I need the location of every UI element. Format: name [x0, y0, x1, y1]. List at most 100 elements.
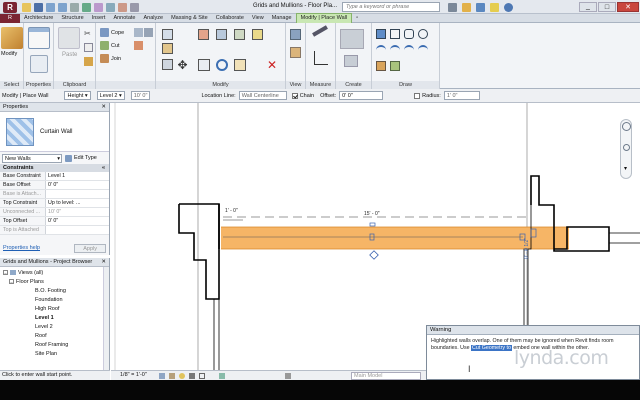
- save-icon[interactable]: [34, 3, 43, 12]
- collapse-icon[interactable]: –: [9, 279, 14, 285]
- visual-style-icon[interactable]: [169, 373, 175, 379]
- location-line-select[interactable]: Wall Centerline: [238, 91, 287, 100]
- curtain-wall-highlight[interactable]: [221, 227, 569, 249]
- minimize-button[interactable]: _: [579, 2, 597, 12]
- tree-node[interactable]: – Views (all): [0, 269, 109, 278]
- delete-icon[interactable]: ✕: [266, 59, 278, 71]
- browser-scrollbar[interactable]: [103, 267, 109, 370]
- line-tool-icon[interactable]: [376, 29, 386, 39]
- undo-icon[interactable]: [46, 3, 55, 12]
- copy-icon[interactable]: [84, 43, 93, 52]
- create-group-icon[interactable]: [344, 55, 358, 67]
- tree-node[interactable]: B.O. Footing: [0, 287, 109, 296]
- circle-tool-icon[interactable]: [418, 29, 428, 39]
- print-icon[interactable]: [70, 3, 79, 12]
- collapse-icon[interactable]: –: [3, 270, 8, 276]
- move-icon[interactable]: ✥: [176, 59, 189, 72]
- height-depth-select[interactable]: Height ▾: [64, 91, 91, 100]
- favorites-icon[interactable]: [490, 3, 499, 12]
- binoculars-icon[interactable]: [448, 3, 457, 12]
- tree-node[interactable]: High Roof: [0, 305, 109, 314]
- type-properties-icon[interactable]: [30, 55, 48, 73]
- tree-node[interactable]: Roof: [0, 332, 109, 341]
- close-button[interactable]: ✕: [617, 2, 639, 12]
- tab-structure[interactable]: Structure: [57, 14, 87, 23]
- instance-selector[interactable]: New Walls: [2, 153, 62, 163]
- mirror-icon[interactable]: [162, 59, 173, 70]
- tab-insert[interactable]: Insert: [88, 14, 110, 23]
- property-row[interactable]: Top Offset 0' 0": [0, 217, 109, 226]
- array-icon[interactable]: [216, 29, 227, 40]
- constraints-section[interactable]: Constraints «: [0, 164, 109, 172]
- offset-input[interactable]: 0' 0": [339, 91, 384, 100]
- tree-node[interactable]: Roof Framing: [0, 341, 109, 350]
- paint-icon[interactable]: [134, 41, 143, 50]
- properties-help-link[interactable]: Properties help: [3, 245, 40, 251]
- application-menu-button[interactable]: R: [0, 13, 20, 23]
- property-value[interactable]: 0' 0": [46, 217, 109, 225]
- help-icon[interactable]: [504, 3, 513, 12]
- ribbon-minimize-icon[interactable]: ▫: [352, 14, 362, 23]
- apply-button[interactable]: Apply: [74, 243, 106, 253]
- tab-manage[interactable]: Manage: [268, 14, 296, 23]
- tree-node[interactable]: Level 2: [0, 323, 109, 332]
- edit-type-button[interactable]: Edit Type: [65, 154, 97, 162]
- copy-element-icon[interactable]: [198, 59, 210, 71]
- measure-icon[interactable]: [82, 3, 91, 12]
- override-graphics-icon[interactable]: [290, 47, 301, 58]
- measure-tool-icon[interactable]: [312, 25, 328, 37]
- trim-extend-icon[interactable]: [234, 59, 246, 71]
- tab-modify-place-wall[interactable]: Modify | Place Wall: [295, 13, 353, 23]
- section-icon[interactable]: [118, 3, 127, 12]
- radius-input[interactable]: 1' 0": [443, 91, 480, 100]
- 3d-view-icon[interactable]: [106, 3, 115, 12]
- tab-analyze[interactable]: Analyze: [139, 14, 167, 23]
- design-options-select[interactable]: Main Model: [351, 372, 421, 380]
- detail-level-icon[interactable]: [159, 373, 165, 379]
- tab-collaborate[interactable]: Collaborate: [212, 14, 248, 23]
- subscription-icon[interactable]: [462, 3, 471, 12]
- open-icon[interactable]: [22, 3, 31, 12]
- zoom-icon[interactable]: [623, 144, 630, 151]
- rotate-icon[interactable]: [216, 59, 228, 71]
- communication-icon[interactable]: [476, 3, 485, 12]
- property-row[interactable]: Base Offset 0' 0": [0, 181, 109, 190]
- nav-menu-icon[interactable]: ▾: [624, 165, 627, 172]
- fillet-arc-tool-icon[interactable]: [418, 45, 428, 55]
- join-button[interactable]: Join: [100, 54, 121, 63]
- scale-icon[interactable]: [234, 29, 245, 40]
- arc-tangent-tool-icon[interactable]: [404, 45, 414, 55]
- property-value[interactable]: Up to level: ...: [46, 199, 109, 207]
- maximize-button[interactable]: □: [598, 2, 616, 12]
- property-row[interactable]: Top Constraint Up to level: ...: [0, 199, 109, 208]
- polygon-tool-icon[interactable]: [404, 29, 414, 39]
- radius-checkbox[interactable]: [414, 92, 421, 99]
- tree-node[interactable]: Foundation: [0, 296, 109, 305]
- sun-path-icon[interactable]: [179, 373, 185, 379]
- match-type-icon[interactable]: [84, 57, 93, 66]
- rectangle-tool-icon[interactable]: [390, 29, 400, 39]
- cope-button[interactable]: Cope: [100, 28, 124, 37]
- select-panel-label[interactable]: Select: [0, 81, 23, 89]
- steering-wheel-icon[interactable]: [622, 122, 631, 131]
- cut-icon[interactable]: ✂: [84, 29, 93, 38]
- redo-icon[interactable]: [58, 3, 67, 12]
- pin-icon[interactable]: [252, 29, 263, 40]
- snap-marker-icon[interactable]: [369, 250, 379, 260]
- split-icon[interactable]: [198, 29, 209, 40]
- tree-node[interactable]: – Floor Plans: [0, 278, 109, 287]
- navigation-bar[interactable]: ▾: [620, 119, 632, 179]
- type-selector[interactable]: Curtain Wall: [0, 112, 109, 152]
- property-value[interactable]: 0' 0": [46, 181, 109, 189]
- create-similar-icon[interactable]: [340, 29, 364, 49]
- modify-icon[interactable]: [1, 27, 23, 49]
- close-icon[interactable]: ✕: [101, 258, 106, 267]
- temporary-hide-icon[interactable]: [219, 373, 225, 379]
- tree-node[interactable]: Site Plan: [0, 350, 109, 359]
- arc-center-tool-icon[interactable]: [390, 45, 400, 55]
- close-hidden-icon[interactable]: [130, 3, 139, 12]
- cut-geometry-link[interactable]: Cut Geometry to: [471, 345, 512, 351]
- shadows-icon[interactable]: [189, 373, 195, 379]
- property-value[interactable]: Level 1: [46, 172, 109, 180]
- close-icon[interactable]: ✕: [101, 103, 106, 112]
